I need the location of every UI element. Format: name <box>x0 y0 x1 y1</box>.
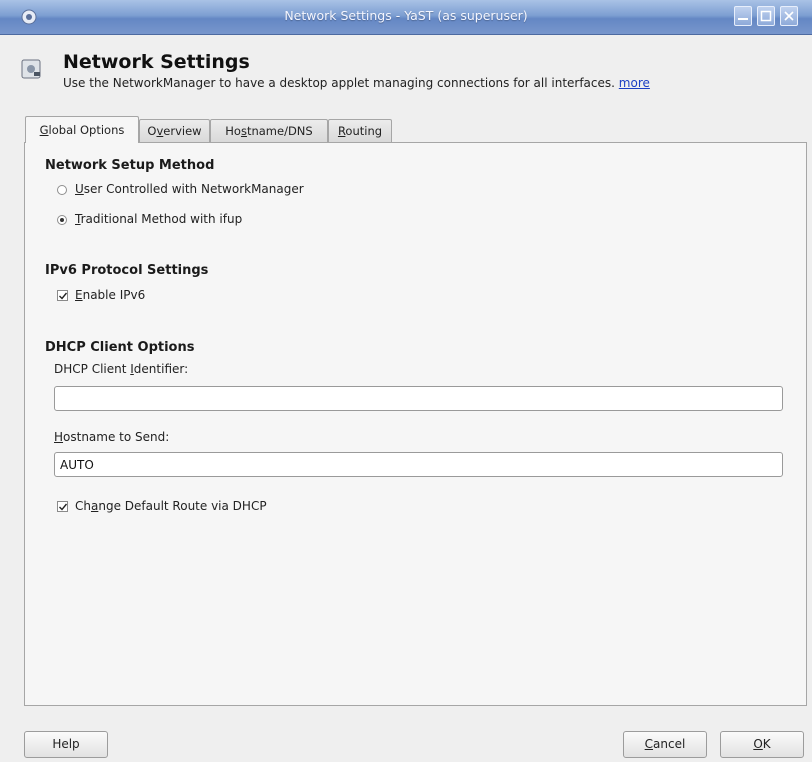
mnemonic: U <box>75 182 84 196</box>
global-options-panel <box>24 142 807 706</box>
page-title: Network Settings <box>63 51 250 73</box>
more-link[interactable]: more <box>619 76 650 90</box>
window-title: Network Settings - YaST (as superuser) <box>284 8 528 23</box>
enable-ipv6-checkbox[interactable] <box>57 290 68 301</box>
tab-global-options[interactable]: Global Options <box>25 116 139 143</box>
dhcp-identifier-label: DHCP Client Identifier: <box>54 362 188 376</box>
radio-ifup-label[interactable]: Traditional Method with ifup <box>75 212 242 226</box>
label-text: ostname to Send: <box>63 430 170 444</box>
default-route-label[interactable]: Change Default Route via DHCP <box>75 499 267 513</box>
tab-label: tname/DNS <box>246 124 313 138</box>
option-label: ser Controlled with NetworkManager <box>83 182 304 196</box>
maximize-icon[interactable] <box>757 6 775 26</box>
close-icon[interactable] <box>780 6 798 26</box>
option-label: nable IPv6 <box>82 288 146 302</box>
tab-routing[interactable]: Routing <box>328 119 392 142</box>
tab-label: erview <box>163 124 202 138</box>
hostname-to-send-input[interactable] <box>54 452 783 477</box>
mnemonic: H <box>54 430 64 444</box>
option-label: raditional Method with ifup <box>80 212 243 226</box>
mnemonic: E <box>75 288 83 302</box>
cancel-button[interactable]: Cancel <box>623 731 707 758</box>
ipv6-title: IPv6 Protocol Settings <box>45 263 209 278</box>
dhcp-identifier-input[interactable] <box>54 386 783 411</box>
minimize-icon[interactable] <box>734 6 752 26</box>
description-text: Use the NetworkManager to have a desktop… <box>63 76 615 90</box>
mnemonic: O <box>753 737 763 751</box>
hostname-to-send-label: Hostname to Send: <box>54 430 169 444</box>
tab-mnemonic: G <box>39 123 49 137</box>
mnemonic: C <box>644 737 654 751</box>
page-description: Use the NetworkManager to have a desktop… <box>63 76 650 90</box>
dhcp-title: DHCP Client Options <box>45 340 195 355</box>
button-label: ancel <box>653 737 686 751</box>
help-button[interactable]: Help <box>24 731 108 758</box>
radio-networkmanager[interactable] <box>57 185 67 195</box>
tab-label: outing <box>345 124 383 138</box>
tab-label: lobal Options <box>48 123 125 137</box>
radio-ifup[interactable] <box>57 215 67 225</box>
radio-networkmanager-label[interactable]: User Controlled with NetworkManager <box>75 182 304 196</box>
default-route-checkbox[interactable] <box>57 501 68 512</box>
label-text: DHCP Client <box>54 362 131 376</box>
ok-button[interactable]: OK <box>720 731 804 758</box>
setup-method-title: Network Setup Method <box>45 158 215 173</box>
option-label: nge Default Route via DHCP <box>98 499 267 513</box>
option-label: Ch <box>75 499 91 513</box>
title-bar[interactable]: Network Settings - YaST (as superuser) <box>0 0 812 35</box>
tab-hostname-dns[interactable]: Hostname/DNS <box>210 119 328 142</box>
network-card-icon <box>20 57 44 81</box>
enable-ipv6-label[interactable]: Enable IPv6 <box>75 288 145 302</box>
tab-overview[interactable]: Overview <box>139 119 210 142</box>
tab-label: Ho <box>225 124 241 138</box>
label-text: dentifier: <box>133 362 189 376</box>
button-label: K <box>762 737 771 751</box>
